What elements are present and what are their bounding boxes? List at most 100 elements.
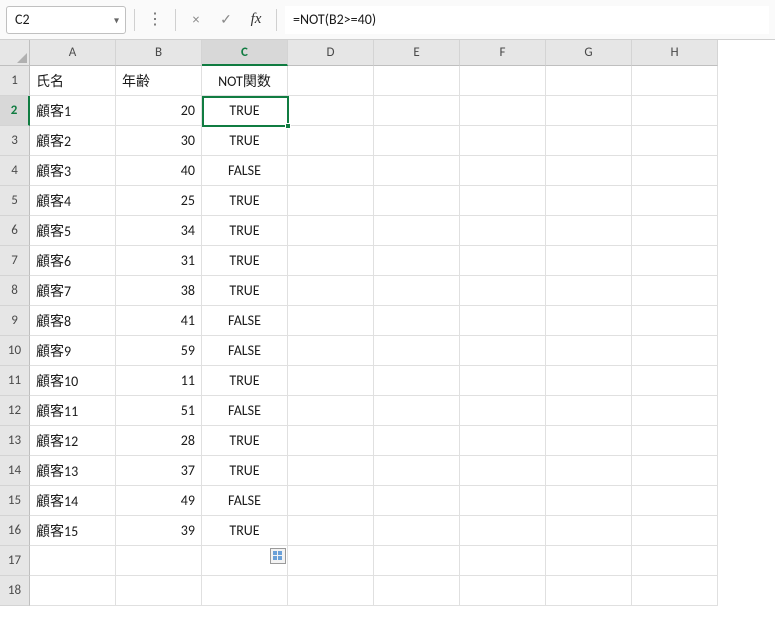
- cell-F1[interactable]: [460, 66, 546, 96]
- cell-D10[interactable]: [288, 336, 374, 366]
- column-header-H[interactable]: H: [632, 40, 718, 66]
- cell-D12[interactable]: [288, 396, 374, 426]
- cell-D18[interactable]: [288, 576, 374, 606]
- cell-F16[interactable]: [460, 516, 546, 546]
- cell-D13[interactable]: [288, 426, 374, 456]
- cell-C3[interactable]: TRUE: [202, 126, 288, 156]
- cell-E12[interactable]: [374, 396, 460, 426]
- cell-A5[interactable]: 顧客4: [30, 186, 116, 216]
- cell-F11[interactable]: [460, 366, 546, 396]
- cell-E4[interactable]: [374, 156, 460, 186]
- autofill-options-button[interactable]: [270, 548, 286, 564]
- cell-A1[interactable]: 氏名: [30, 66, 116, 96]
- name-box[interactable]: C2 ▾: [6, 6, 126, 34]
- cell-C5[interactable]: TRUE: [202, 186, 288, 216]
- cell-D14[interactable]: [288, 456, 374, 486]
- formula-input[interactable]: =NOT(B2>=40): [285, 6, 769, 34]
- cell-G11[interactable]: [546, 366, 632, 396]
- cell-A3[interactable]: 顧客2: [30, 126, 116, 156]
- cell-C14[interactable]: TRUE: [202, 456, 288, 486]
- cell-G3[interactable]: [546, 126, 632, 156]
- cell-G13[interactable]: [546, 426, 632, 456]
- cell-H10[interactable]: [632, 336, 718, 366]
- cell-A6[interactable]: 顧客5: [30, 216, 116, 246]
- cell-F6[interactable]: [460, 216, 546, 246]
- cell-C16[interactable]: TRUE: [202, 516, 288, 546]
- cell-A10[interactable]: 顧客9: [30, 336, 116, 366]
- cell-C2[interactable]: TRUE: [202, 96, 288, 126]
- cell-A13[interactable]: 顧客12: [30, 426, 116, 456]
- cell-B16[interactable]: 39: [116, 516, 202, 546]
- cell-D1[interactable]: [288, 66, 374, 96]
- cell-C8[interactable]: TRUE: [202, 276, 288, 306]
- row-header-18[interactable]: 18: [0, 576, 30, 606]
- cell-H7[interactable]: [632, 246, 718, 276]
- cell-A2[interactable]: 顧客1: [30, 96, 116, 126]
- cell-F5[interactable]: [460, 186, 546, 216]
- cell-B5[interactable]: 25: [116, 186, 202, 216]
- cell-G15[interactable]: [546, 486, 632, 516]
- cell-E14[interactable]: [374, 456, 460, 486]
- cell-H11[interactable]: [632, 366, 718, 396]
- cell-C9[interactable]: FALSE: [202, 306, 288, 336]
- cell-G1[interactable]: [546, 66, 632, 96]
- cell-F13[interactable]: [460, 426, 546, 456]
- cell-F15[interactable]: [460, 486, 546, 516]
- cell-D7[interactable]: [288, 246, 374, 276]
- cell-B17[interactable]: [116, 546, 202, 576]
- row-header-10[interactable]: 10: [0, 336, 30, 366]
- cell-G4[interactable]: [546, 156, 632, 186]
- cell-D16[interactable]: [288, 516, 374, 546]
- cell-A7[interactable]: 顧客6: [30, 246, 116, 276]
- row-header-5[interactable]: 5: [0, 186, 30, 216]
- cell-A8[interactable]: 顧客7: [30, 276, 116, 306]
- cell-G5[interactable]: [546, 186, 632, 216]
- cell-G18[interactable]: [546, 576, 632, 606]
- column-header-B[interactable]: B: [116, 40, 202, 66]
- cell-H2[interactable]: [632, 96, 718, 126]
- cell-D8[interactable]: [288, 276, 374, 306]
- cell-B6[interactable]: 34: [116, 216, 202, 246]
- cell-F2[interactable]: [460, 96, 546, 126]
- cell-G7[interactable]: [546, 246, 632, 276]
- cell-D11[interactable]: [288, 366, 374, 396]
- insert-function-button[interactable]: fx: [244, 8, 268, 32]
- row-header-4[interactable]: 4: [0, 156, 30, 186]
- cell-E8[interactable]: [374, 276, 460, 306]
- cell-D4[interactable]: [288, 156, 374, 186]
- cell-B9[interactable]: 41: [116, 306, 202, 336]
- cell-B13[interactable]: 28: [116, 426, 202, 456]
- cell-A18[interactable]: [30, 576, 116, 606]
- cell-G14[interactable]: [546, 456, 632, 486]
- cell-B3[interactable]: 30: [116, 126, 202, 156]
- cell-H14[interactable]: [632, 456, 718, 486]
- cell-B15[interactable]: 49: [116, 486, 202, 516]
- cell-E1[interactable]: [374, 66, 460, 96]
- cell-E2[interactable]: [374, 96, 460, 126]
- cell-F12[interactable]: [460, 396, 546, 426]
- cell-C12[interactable]: FALSE: [202, 396, 288, 426]
- row-header-9[interactable]: 9: [0, 306, 30, 336]
- cell-G17[interactable]: [546, 546, 632, 576]
- accept-formula-button[interactable]: ✓: [214, 8, 238, 32]
- cancel-formula-button[interactable]: ×: [184, 8, 208, 32]
- cell-H15[interactable]: [632, 486, 718, 516]
- cell-D2[interactable]: [288, 96, 374, 126]
- cell-A11[interactable]: 顧客10: [30, 366, 116, 396]
- cell-H5[interactable]: [632, 186, 718, 216]
- cell-E13[interactable]: [374, 426, 460, 456]
- cell-G10[interactable]: [546, 336, 632, 366]
- cell-A4[interactable]: 顧客3: [30, 156, 116, 186]
- worksheet-grid[interactable]: ABCDEFGH1氏名年齢NOT関数2顧客120TRUE3顧客230TRUE4顧…: [0, 40, 775, 606]
- cell-B11[interactable]: 11: [116, 366, 202, 396]
- cell-E11[interactable]: [374, 366, 460, 396]
- column-header-D[interactable]: D: [288, 40, 374, 66]
- cell-B18[interactable]: [116, 576, 202, 606]
- column-header-G[interactable]: G: [546, 40, 632, 66]
- chevron-down-icon[interactable]: ▾: [114, 13, 119, 26]
- row-header-11[interactable]: 11: [0, 366, 30, 396]
- cell-A14[interactable]: 顧客13: [30, 456, 116, 486]
- cell-F4[interactable]: [460, 156, 546, 186]
- cell-E15[interactable]: [374, 486, 460, 516]
- cell-E9[interactable]: [374, 306, 460, 336]
